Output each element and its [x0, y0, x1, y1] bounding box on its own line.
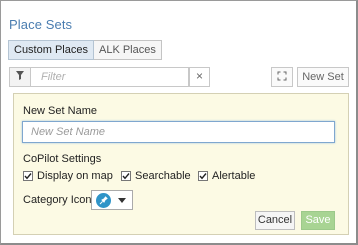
tab-alk-places[interactable]: ALK Places	[93, 40, 162, 60]
checkbox-box	[121, 171, 131, 181]
expand-button[interactable]	[271, 67, 293, 87]
checkbox-box	[23, 171, 33, 181]
checkbox-box	[198, 171, 208, 181]
new-set-name-input[interactable]	[22, 121, 335, 143]
new-set-name-label: New Set Name	[23, 105, 97, 117]
searchable-label: Searchable	[135, 170, 191, 182]
filter-input[interactable]	[31, 67, 189, 87]
alertable-checkbox[interactable]: Alertable	[198, 170, 255, 182]
copilot-settings-label: CoPilot Settings	[23, 153, 102, 165]
display-on-map-checkbox[interactable]: Display on map	[23, 170, 113, 182]
alertable-label: Alertable	[212, 170, 256, 182]
searchable-checkbox[interactable]: Searchable	[121, 170, 191, 182]
map-pin-icon	[96, 192, 111, 208]
new-set-form: New Set Name CoPilot Settings Display on…	[13, 93, 349, 235]
category-icon-dropdown[interactable]	[91, 190, 133, 210]
display-on-map-label: Display on map	[37, 170, 113, 182]
clear-filter-button[interactable]: ×	[189, 67, 210, 87]
filter-funnel-icon	[15, 68, 25, 86]
tab-custom-places[interactable]: Custom Places	[8, 40, 94, 60]
cancel-button[interactable]: Cancel	[255, 211, 295, 230]
new-set-button[interactable]: New Set	[297, 67, 349, 87]
tab-bar: Custom Places ALK Places	[8, 40, 162, 60]
save-button[interactable]: Save	[301, 211, 335, 230]
filter-button[interactable]	[9, 67, 31, 87]
place-sets-panel: Place Sets Custom Places ALK Places × Ne…	[0, 0, 358, 245]
chevron-down-icon	[118, 197, 126, 203]
expand-icon	[277, 68, 287, 86]
panel-title: Place Sets	[9, 17, 73, 32]
category-icon-label: Category Icon	[23, 194, 92, 206]
